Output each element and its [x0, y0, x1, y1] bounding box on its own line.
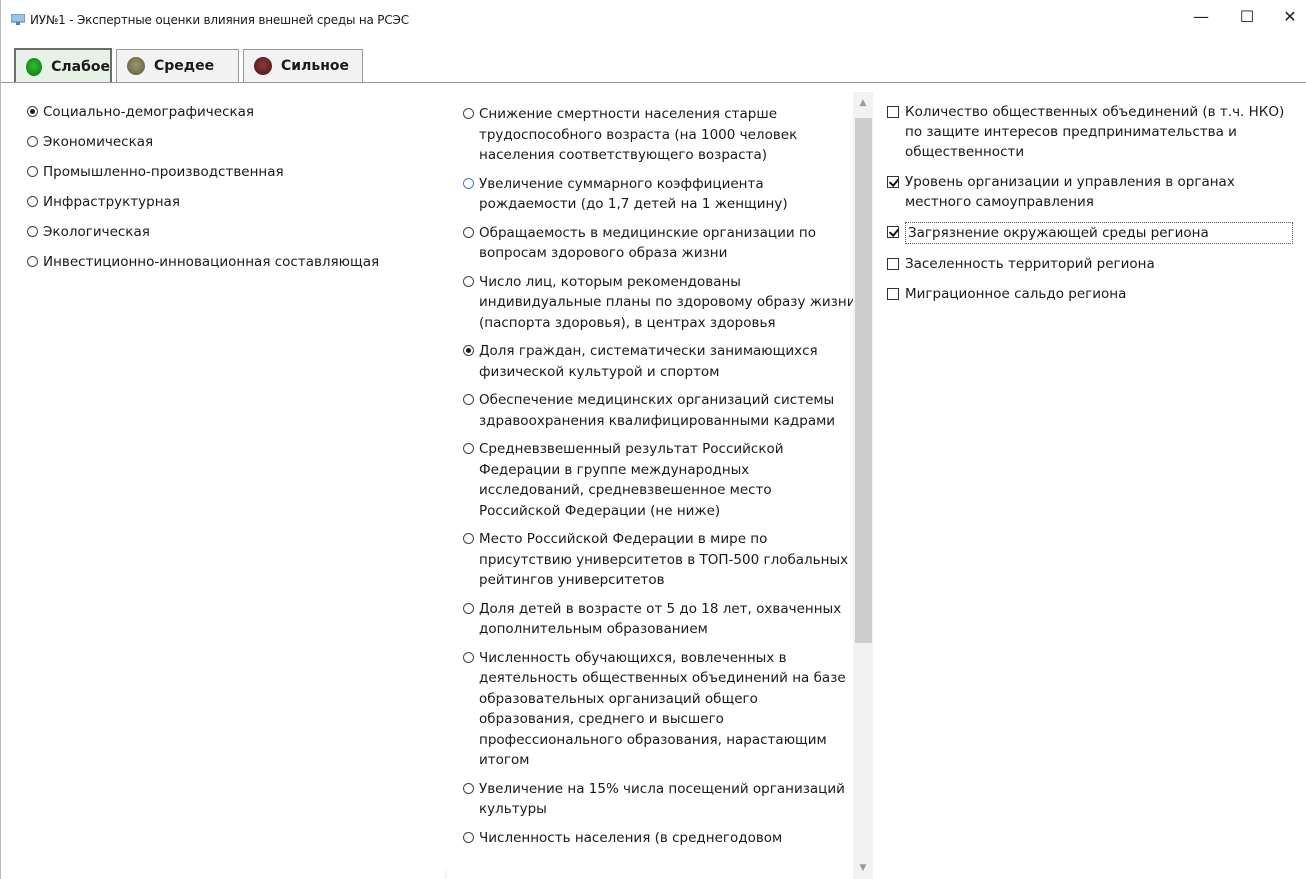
radio-icon[interactable] — [463, 602, 474, 614]
category-label: Промышленно-производственная — [43, 164, 284, 180]
indicator-item[interactable]: Снижение смертности населения старше тру… — [445, 104, 857, 166]
indicator-item[interactable]: Доля детей в возрасте от 5 до 18 лет, ох… — [445, 599, 857, 640]
indicator-item[interactable]: Увеличение на 15% числа посещений органи… — [445, 779, 857, 820]
tab-label: Слабое — [51, 58, 110, 75]
radio-icon[interactable] — [27, 136, 38, 147]
radio-icon[interactable] — [463, 226, 474, 238]
indicator-label: Увеличение суммарного коэффициента рожда… — [479, 175, 788, 213]
indicator-item[interactable]: Обеспечение медицинских организаций сист… — [445, 390, 857, 431]
factor-label: Заселенность территорий региона — [905, 256, 1155, 272]
tab-label: Средее — [154, 58, 215, 74]
title-bar: ИУ№1 - Экспертные оценки влияния внешней… — [1, 0, 1306, 38]
radio-icon[interactable] — [463, 782, 474, 794]
category-label: Социально-демографическая — [43, 104, 255, 120]
indicator-item[interactable]: Увеличение суммарного коэффициента рожда… — [445, 174, 857, 215]
radio-icon[interactable] — [27, 256, 38, 267]
radio-icon[interactable] — [463, 443, 474, 454]
factor-item[interactable]: Миграционное сальдо региона — [887, 284, 1297, 304]
indicator-item[interactable]: Число лиц, которым рекомендованы индивид… — [445, 272, 857, 334]
category-label: Экологическая — [43, 224, 150, 240]
radio-checked-icon[interactable] — [27, 106, 38, 117]
indicator-list: Снижение смертности населения старше тру… — [445, 92, 878, 871]
factor-label: Количество общественных объединений (в т… — [905, 104, 1285, 160]
indicator-item[interactable]: Доля граждан, систематически занимающихс… — [445, 341, 857, 382]
indicator-label: Увеличение на 15% числа посещений органи… — [479, 780, 845, 818]
category-item[interactable]: Экологическая — [27, 222, 437, 242]
indicator-label: Место Российской Федерации в мире по при… — [479, 531, 849, 588]
minimize-button[interactable]: — — [1178, 0, 1224, 32]
radio-icon[interactable] — [463, 177, 474, 189]
indicator-item[interactable]: Численность обучающихся, вовлеченных в д… — [445, 648, 857, 771]
indicator-label: Обеспечение медицинских организаций сист… — [479, 392, 836, 429]
radio-icon[interactable] — [27, 226, 38, 237]
factor-label: Миграционное сальдо региона — [905, 286, 1127, 302]
radio-icon[interactable] — [463, 394, 474, 405]
factor-item[interactable]: Заселенность территорий региона — [887, 254, 1297, 274]
indicator-label: Численность населения (в среднегодовом — [479, 829, 783, 846]
category-list: Социально-демографическая Экономическая … — [27, 102, 437, 282]
category-label: Инвестиционно-инновационная составляющая — [43, 254, 380, 270]
maximize-button[interactable]: ☐ — [1224, 0, 1270, 32]
category-item[interactable]: Инвестиционно-инновационная составляющая — [27, 252, 437, 272]
factor-list: Количество общественных объединений (в т… — [887, 102, 1297, 314]
category-item[interactable]: Социально-демографическая — [27, 102, 437, 122]
indicator-label: Численность обучающихся, вовлеченных в д… — [479, 649, 846, 769]
indicator-item[interactable]: Место Российской Федерации в мире по при… — [445, 529, 857, 591]
tab-divider — [1, 82, 1306, 83]
indicator-scrollbar[interactable]: ▲ ▼ — [853, 92, 873, 879]
close-button[interactable]: ✕ — [1267, 0, 1306, 32]
radio-checked-icon[interactable] — [463, 345, 474, 356]
category-item[interactable]: Экономическая — [27, 132, 437, 152]
category-label: Инфраструктурная — [43, 194, 180, 210]
olive-dot-icon — [127, 57, 145, 75]
tab-weak[interactable]: Слабое — [14, 48, 112, 83]
factor-label: Уровень организации и управления в орган… — [905, 174, 1235, 210]
radio-icon[interactable] — [27, 196, 38, 207]
category-item[interactable]: Инфраструктурная — [27, 192, 437, 212]
chevron-up-icon[interactable]: ▲ — [853, 94, 873, 112]
category-item[interactable]: Промышленно-производственная — [27, 162, 437, 182]
indicator-label: Доля граждан, систематически занимающихс… — [479, 343, 818, 380]
indicator-label: Число лиц, которым рекомендованы индивид… — [479, 273, 856, 331]
indicator-label: Снижение смертности населения старше тру… — [479, 106, 798, 163]
maroon-dot-icon — [254, 57, 272, 75]
radio-icon[interactable] — [463, 651, 474, 663]
checkbox-icon[interactable] — [887, 106, 899, 118]
app-window: ИУ№1 - Экспертные оценки влияния внешней… — [0, 0, 1306, 879]
checkbox-icon[interactable] — [887, 258, 899, 270]
factor-label: Загрязнение окружающей среды региона — [905, 222, 1293, 244]
category-label: Экономическая — [43, 134, 154, 150]
checkbox-checked-icon[interactable] — [887, 176, 899, 188]
radio-icon[interactable] — [463, 275, 474, 287]
scroll-thumb[interactable] — [855, 118, 872, 643]
indicator-item[interactable]: Средневзвешенный результат Российской Фе… — [445, 439, 857, 521]
app-icon — [11, 14, 25, 25]
window-title: ИУ№1 - Экспертные оценки влияния внешней… — [30, 13, 409, 27]
tab-medium[interactable]: Средее — [116, 49, 239, 82]
indicator-label: Обращаемость в медицинские организации п… — [479, 224, 817, 262]
factor-item[interactable]: Уровень организации и управления в орган… — [887, 172, 1297, 212]
tab-label: Сильное — [281, 58, 349, 74]
tab-strong[interactable]: Сильное — [243, 49, 363, 82]
checkbox-checked-icon[interactable] — [887, 226, 899, 238]
radio-icon[interactable] — [27, 166, 38, 177]
factor-item[interactable]: Загрязнение окружающей среды региона — [887, 222, 1297, 244]
radio-icon[interactable] — [463, 831, 474, 843]
indicator-label: Средневзвешенный результат Российской Фе… — [479, 441, 784, 519]
green-dot-icon — [26, 57, 43, 76]
factor-item[interactable]: Количество общественных объединений (в т… — [887, 102, 1297, 162]
indicator-item[interactable]: Обращаемость в медицинские организации п… — [445, 223, 857, 264]
indicator-item[interactable]: Численность населения (в среднегодовом — [445, 828, 857, 849]
chevron-down-icon[interactable]: ▼ — [853, 859, 873, 877]
radio-icon[interactable] — [463, 533, 474, 544]
radio-icon[interactable] — [463, 108, 474, 119]
indicator-label: Доля детей в возрасте от 5 до 18 лет, ох… — [479, 600, 842, 638]
checkbox-icon[interactable] — [887, 288, 899, 300]
